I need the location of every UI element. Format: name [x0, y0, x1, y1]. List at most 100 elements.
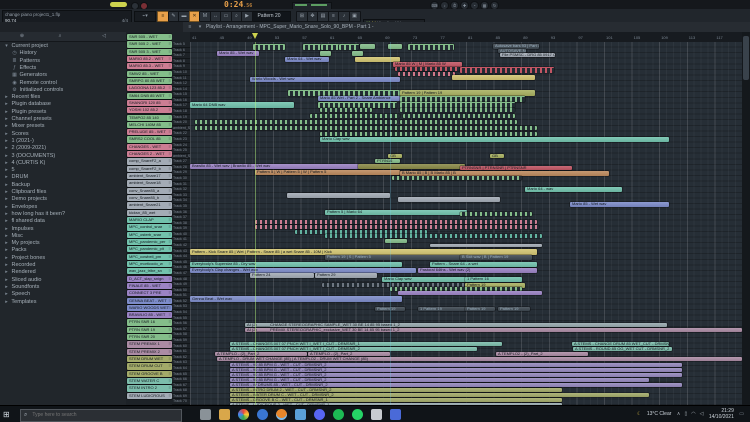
- clip-source-chip[interactable]: GENNA BEAT - WET≡: [127, 298, 172, 304]
- playlist-clip[interactable]: Pattern 19 | S | Pattern 5: [325, 255, 467, 260]
- playlist-clip[interactable]: [253, 44, 285, 50]
- clip-source-chip[interactable]: STEM PREMIX 2≡: [127, 349, 172, 355]
- clip-source-chip[interactable]: SNR 505 3 - WET≡: [127, 49, 172, 55]
- playlist-clip[interactable]: [358, 164, 465, 169]
- chip-menu-icon[interactable]: ≡: [169, 371, 171, 377]
- playlist-clip[interactable]: AI (2)______PREMIX STEREOGRAPHIC_exclusi…: [245, 328, 742, 332]
- chip-menu-icon[interactable]: ≡: [169, 261, 171, 267]
- clip-source-chip[interactable]: D_ACT_slap_snign≡: [127, 276, 172, 282]
- browser-item-5[interactable]: ▸ 5: [0, 167, 129, 174]
- notification-icon[interactable]: ▭: [739, 411, 744, 417]
- chip-menu-icon[interactable]: ≡: [169, 378, 171, 384]
- snap-selector[interactable]: ⌁▾: [134, 11, 156, 22]
- clip-source-chip[interactable]: comp_SnareF2_a≡: [127, 158, 172, 164]
- browser-item-current-project[interactable]: ▾ Current project: [0, 43, 129, 50]
- clip-source-chip[interactable]: STEM DRUM CUT≡: [127, 363, 172, 369]
- playlist-clip[interactable]: [195, 126, 537, 130]
- clip-source-chip[interactable]: CONNECT 3 PRE≡: [127, 290, 172, 296]
- chip-menu-icon[interactable]: ≡: [169, 363, 171, 369]
- browser-item-misc[interactable]: ▸ Misc: [0, 233, 129, 240]
- playlist-clip[interactable]: [195, 120, 397, 124]
- chip-menu-icon[interactable]: ≡: [169, 34, 171, 40]
- chip-menu-icon[interactable]: ≡: [169, 173, 171, 179]
- browser-item-recorded[interactable]: ▸ Recorded: [0, 262, 129, 269]
- playlist-clip[interactable]: Mario Clap wav: [382, 277, 467, 282]
- clip-source-chip[interactable]: MARIO CLAP≡: [127, 217, 172, 223]
- clip-source-chip[interactable]: MPC_cowbell_pm≡: [127, 254, 172, 260]
- clip-source-chip[interactable]: MPC_control_snar≡: [127, 224, 172, 230]
- playlist-clip[interactable]: [398, 291, 542, 295]
- browser-search-icon[interactable]: ⌕: [56, 33, 64, 40]
- playlist-clip[interactable]: Genna Beat - Wet wav: [190, 296, 402, 302]
- chip-menu-icon[interactable]: ≡: [169, 202, 171, 208]
- chip-menu-icon[interactable]: ≡: [169, 49, 171, 55]
- browser-item-packs[interactable]: ▸ Packs: [0, 247, 129, 254]
- browser-item-plugin-database[interactable]: ▸ Plugin database: [0, 101, 129, 108]
- playlist-clip[interactable]: A STEMS - 90 85 BPM G - WET - CUT - DRMS…: [230, 363, 682, 367]
- browser-item-1-2021-[interactable]: ▸ 1 (2021-): [0, 138, 129, 145]
- playlist-clip[interactable]: [430, 244, 542, 247]
- chip-menu-icon[interactable]: ≡: [169, 217, 171, 223]
- playlist-clip[interactable]: [460, 212, 532, 216]
- playlist-clip[interactable]: [320, 132, 537, 136]
- clip-source-chip[interactable]: ambient_Snare17≡: [127, 173, 172, 179]
- search-input[interactable]: [30, 411, 164, 419]
- clip-source-chip[interactable]: ambient_Snare21≡: [127, 202, 172, 208]
- playlist-clip[interactable]: Pattern 24: [250, 273, 314, 278]
- clip-source-chip[interactable]: comp_SnareF2_b≡: [127, 166, 172, 172]
- chip-menu-icon[interactable]: ≡: [169, 115, 171, 121]
- taskbar-icon-discord[interactable]: [314, 409, 325, 420]
- clip-source-chip[interactable]: PTRN SNR 20≡: [127, 334, 172, 340]
- playlist-clip[interactable]: 1 Pattern 16: [465, 277, 522, 282]
- taskbar-icon-whatsapp[interactable]: [352, 409, 363, 420]
- clip-source-chip[interactable]: MARIO 85.2 - WET≡: [127, 56, 172, 62]
- chip-menu-icon[interactable]: ≡: [169, 100, 171, 106]
- playlist-clip[interactable]: [385, 239, 407, 243]
- clip-source-chip[interactable]: MPC_osterb_snar≡: [127, 232, 172, 238]
- browser-item-initialized-controls[interactable]: ⚙ Initialized controls: [0, 87, 137, 94]
- taskbar-icon-app-blue[interactable]: [257, 409, 268, 420]
- playlist-clip[interactable]: Pattern 5 | W | Pattern 5 | W | Pattern …: [255, 170, 400, 175]
- playback-tool[interactable]: ▶: [241, 11, 253, 22]
- clip-source-chip[interactable]: STEM DRUM WET≡: [127, 356, 172, 362]
- browser-item-rendered[interactable]: ▸ Rendered: [0, 269, 129, 276]
- playlist-clip[interactable]: 1 Pattern 19: [418, 307, 467, 311]
- play-button[interactable]: [110, 2, 127, 7]
- tray-status-icon[interactable]: ◁: [700, 411, 704, 417]
- playlist-clip[interactable]: Mario 64 DNB wav: [190, 102, 294, 108]
- browser-item-4-curtis-k-[interactable]: ▸ 4 (CURTIS K): [0, 160, 129, 167]
- browser-item-impulses[interactable]: ▸ Impulses: [0, 226, 129, 233]
- chip-menu-icon[interactable]: ≡: [169, 122, 171, 128]
- playlist-clip[interactable]: Mario 85 - Wet wav: [217, 51, 259, 56]
- tray-status-icon[interactable]: ▯: [684, 411, 687, 417]
- browser-item-how-long-has-it-been-[interactable]: ▸ how long has it been?: [0, 211, 129, 218]
- chip-menu-icon[interactable]: ≡: [169, 85, 171, 91]
- playlist-clip[interactable]: [255, 220, 537, 224]
- playlist-clip[interactable]: [408, 44, 454, 50]
- taskbar-icon-folder-blue[interactable]: [390, 409, 401, 420]
- chip-menu-icon[interactable]: ≡: [169, 158, 171, 164]
- playlist-clip[interactable]: A TEMPLO - (2)_Part_2: [308, 352, 390, 356]
- playlist-clip[interactable]: [403, 114, 515, 118]
- view-icon[interactable]: ▣: [349, 11, 361, 22]
- chip-menu-icon[interactable]: ≡: [169, 312, 171, 318]
- chip-menu-icon[interactable]: ≡: [169, 246, 171, 252]
- chip-menu-icon[interactable]: ≡: [169, 151, 171, 157]
- chip-menu-icon[interactable]: ≡: [169, 349, 171, 355]
- playlist-clip[interactable]: A STEMS - GROOVE B C - WET - CUT - DRMSN…: [230, 398, 562, 402]
- browser-item-patterns[interactable]: ≣ Patterns: [0, 58, 137, 65]
- chip-menu-icon[interactable]: ≡: [169, 385, 171, 391]
- playlist-clip[interactable]: A STEMS - WATER DRUM C - WET - CUT - DRM…: [230, 393, 649, 397]
- chip-menu-icon[interactable]: ≡: [169, 166, 171, 172]
- vertical-scrollbar[interactable]: [742, 32, 750, 405]
- clip-source-chip[interactable]: SMW2 85 - WET≡: [127, 71, 172, 77]
- chip-menu-icon[interactable]: ≡: [169, 283, 171, 289]
- playlist-clip[interactable]: Mario 85 Wet - Part 2 - Snare Ambience: [318, 96, 400, 101]
- clip-source-chip[interactable]: STEM INTRO 2≡: [127, 385, 172, 391]
- clip-source-chip[interactable]: PTRN SNR 19≡: [127, 327, 172, 333]
- playlist-clip[interactable]: [303, 44, 321, 50]
- playlist-clip[interactable]: [398, 197, 500, 202]
- chip-menu-icon[interactable]: ≡: [169, 107, 171, 113]
- browser-item-backup[interactable]: ▸ Backup: [0, 182, 129, 189]
- tray-status-icon[interactable]: ∧: [677, 411, 681, 417]
